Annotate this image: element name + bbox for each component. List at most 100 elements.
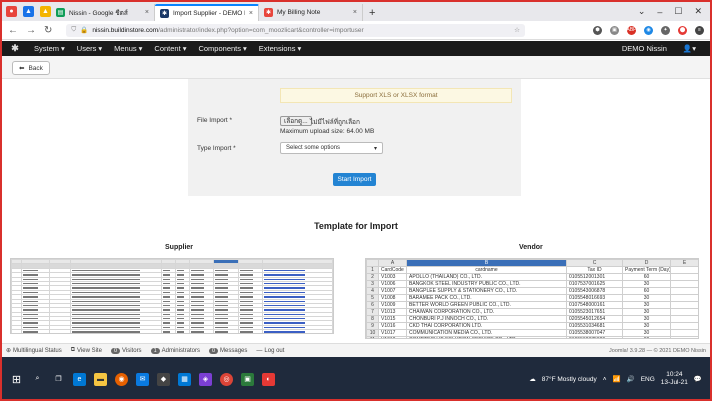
site-name-link[interactable]: DEMO Nissin xyxy=(622,44,667,53)
extension-icon[interactable]: ▣ xyxy=(610,25,619,35)
task-view-icon[interactable]: ❐ xyxy=(52,373,65,386)
menu-extensions[interactable]: Extensions ▾ xyxy=(253,44,307,53)
caret-down-icon: ▾ xyxy=(373,145,377,152)
menu-components[interactable]: Components ▾ xyxy=(192,44,252,53)
reload-icon[interactable]: ↻ xyxy=(44,25,52,36)
administrators-indicator[interactable]: 1 Administrators xyxy=(150,347,200,354)
close-tab-icon[interactable]: × xyxy=(145,9,149,16)
view-site-link[interactable]: ⧉ View Site xyxy=(71,347,102,354)
app-icon[interactable]: ▣ xyxy=(241,372,254,386)
pinned-tab-icon[interactable]: ▲ xyxy=(40,6,51,17)
supplier-row xyxy=(11,329,333,333)
extension-icon[interactable]: ✦ xyxy=(661,25,670,35)
user-menu-icon[interactable]: 👤▾ xyxy=(683,44,696,53)
new-tab-icon[interactable]: + xyxy=(363,4,381,21)
logout-link[interactable]: — Log out xyxy=(256,348,284,354)
firefox-icon[interactable]: ◉ xyxy=(115,372,128,386)
bookmark-star-icon[interactable]: ☆ xyxy=(514,26,520,34)
weather-text[interactable]: 87°F Mostly cloudy xyxy=(542,376,597,383)
admin-navbar: ✱ System ▾ Users ▾ Menus ▾ Content ▾ Compone… xyxy=(2,41,710,56)
file-import-label: File Import * xyxy=(197,117,233,124)
type-import-label: Type Import * xyxy=(197,145,236,152)
menu-system[interactable]: System ▾ xyxy=(28,44,71,53)
url-input[interactable]: ⛉ 🔒 nissin.buildinstore.com/administrato… xyxy=(66,23,525,37)
subhead-toolbar: ⬅ Back xyxy=(2,56,710,79)
chevron-up-icon[interactable]: ˄ xyxy=(603,376,607,383)
lock-icon: 🔒 xyxy=(80,27,89,34)
browse-file-button[interactable]: เลือกดู... xyxy=(280,116,312,126)
menu-menus[interactable]: Menus ▾ xyxy=(108,44,148,53)
template-title: Template for Import xyxy=(314,221,398,231)
vendor-row: 5 V1008 BARAMEE PACK CO., LTD. 010554801669… xyxy=(366,294,698,302)
vendor-row: 11V1018COMPTECH IT SOLUTION SERVICE CO.,… xyxy=(366,336,698,338)
tab-2[interactable]: ✱ My Billing Note × xyxy=(259,4,363,21)
vendor-template-image[interactable]: A B C D E 1 CardCode cardname Tax ID Pay… xyxy=(365,258,699,339)
chrome-icon[interactable]: ◎ xyxy=(220,372,233,386)
app-icon[interactable]: ◐ xyxy=(262,372,275,386)
windows-taskbar: ⊞ ⌕ ❐ e ▬ ◉ ✉ ◆ ▦ ◈ ◎ ▣ ◐ ☁ 87°F Mostly … xyxy=(2,357,710,399)
vendor-row: 7 V1013 CHAIWAN CORPORATION CO., LTD. 01055… xyxy=(366,308,698,316)
wifi-icon[interactable]: 📶 xyxy=(613,375,621,383)
start-import-button[interactable]: Start Import xyxy=(333,173,376,186)
supplier-title: Supplier xyxy=(165,244,194,251)
minimize-icon[interactable]: – xyxy=(657,7,662,17)
vendor-grid: A B C D E 1 CardCode cardname Tax ID Pay… xyxy=(366,259,698,338)
extension-icon[interactable]: ⬤ xyxy=(678,25,687,35)
pinned-tab-icon[interactable]: ▲ xyxy=(23,6,34,17)
joomla-logo-icon[interactable]: ✱ xyxy=(2,43,28,54)
clock[interactable]: 10:24 13-Jul-21 xyxy=(661,371,688,387)
globe-icon: ⊕ xyxy=(6,348,12,354)
app-icon[interactable]: ▦ xyxy=(178,372,191,386)
extension-icon[interactable]: ⬢ xyxy=(593,25,602,35)
store-icon[interactable]: ◆ xyxy=(157,372,170,386)
forward-arrow-icon[interactable]: → xyxy=(26,25,36,36)
close-tab-icon[interactable]: × xyxy=(249,10,253,17)
notifications-icon[interactable]: 💬 xyxy=(694,375,702,383)
caret-down-icon: ▾ xyxy=(243,44,247,53)
language-indicator[interactable]: ENG xyxy=(641,376,655,383)
volume-icon[interactable]: 🔊 xyxy=(627,375,635,383)
tab-0[interactable]: ▤ Nissin - Google ชีตส์ × xyxy=(51,4,155,21)
extension-icon[interactable]: ◉ xyxy=(644,25,653,35)
menu-content[interactable]: Content ▾ xyxy=(148,44,192,53)
vendor-title: Vendor xyxy=(519,244,543,251)
file-explorer-icon[interactable]: ▬ xyxy=(94,372,107,386)
shield-icon: ⛉ xyxy=(71,26,77,33)
multilingual-status-link[interactable]: ⊕ Multilingual Status xyxy=(6,347,62,355)
edge-icon[interactable]: e xyxy=(73,372,86,386)
joomla-icon: ✱ xyxy=(160,9,169,18)
supplier-template-image[interactable] xyxy=(10,258,334,334)
mail-icon[interactable]: ✉ xyxy=(136,372,149,386)
tab-1[interactable]: ✱ Import Supplier - DEMO Nissin × xyxy=(155,4,259,21)
tab-list-icon[interactable]: ⌄ xyxy=(638,6,646,17)
pinned-tabs: ● ▲ ▲ xyxy=(2,2,51,21)
no-file-text: ไม่มีไฟล์ที่ถูกเลือก xyxy=(310,119,360,126)
type-import-select[interactable]: Select some options ▾ xyxy=(280,142,383,154)
vendor-row: 4 V1007 BANGPLEE SUPPLY & STATIONERY CO., … xyxy=(366,287,698,295)
menu-users[interactable]: Users ▾ xyxy=(71,44,108,53)
menu-icon[interactable]: ≡ xyxy=(695,25,704,35)
arrow-left-icon: ⬅ xyxy=(19,65,25,72)
back-arrow-icon[interactable]: ← xyxy=(8,25,18,36)
app-icon[interactable]: ◈ xyxy=(199,372,212,386)
supplier-grid xyxy=(11,259,333,333)
caret-down-icon: ▾ xyxy=(297,44,302,53)
system-tray: ☁ 87°F Mostly cloudy ˄ 📶 🔊 ENG 10:24 13-… xyxy=(529,371,706,387)
pinned-tab-icon[interactable]: ● xyxy=(6,6,17,17)
close-window-icon[interactable]: ✕ xyxy=(694,6,702,17)
max-upload-size: Maximum upload size: 64.00 MB xyxy=(280,128,375,135)
adblock-icon[interactable]: ABP xyxy=(627,25,637,35)
version-text: Joomla! 3.9.28 — © 2021 DEMO Nissin xyxy=(609,347,706,354)
maximize-icon[interactable]: ☐ xyxy=(674,6,682,17)
import-form: Support XLS or XLSX format File Import *… xyxy=(188,79,521,196)
navbar-right: DEMO Nissin 👤▾ xyxy=(622,44,710,53)
column-letters: A B C D E xyxy=(366,259,698,267)
windows-start-icon[interactable]: ⊞ xyxy=(10,373,23,386)
minus-icon: — xyxy=(256,347,263,354)
weather-icon: ☁ xyxy=(529,376,536,383)
search-icon[interactable]: ⌕ xyxy=(31,373,44,386)
messages-indicator[interactable]: 0 Messages xyxy=(208,347,247,354)
visitors-indicator[interactable]: 0 Visitors xyxy=(110,347,142,354)
close-tab-icon[interactable]: × xyxy=(353,9,357,16)
back-button[interactable]: ⬅ Back xyxy=(12,61,50,75)
